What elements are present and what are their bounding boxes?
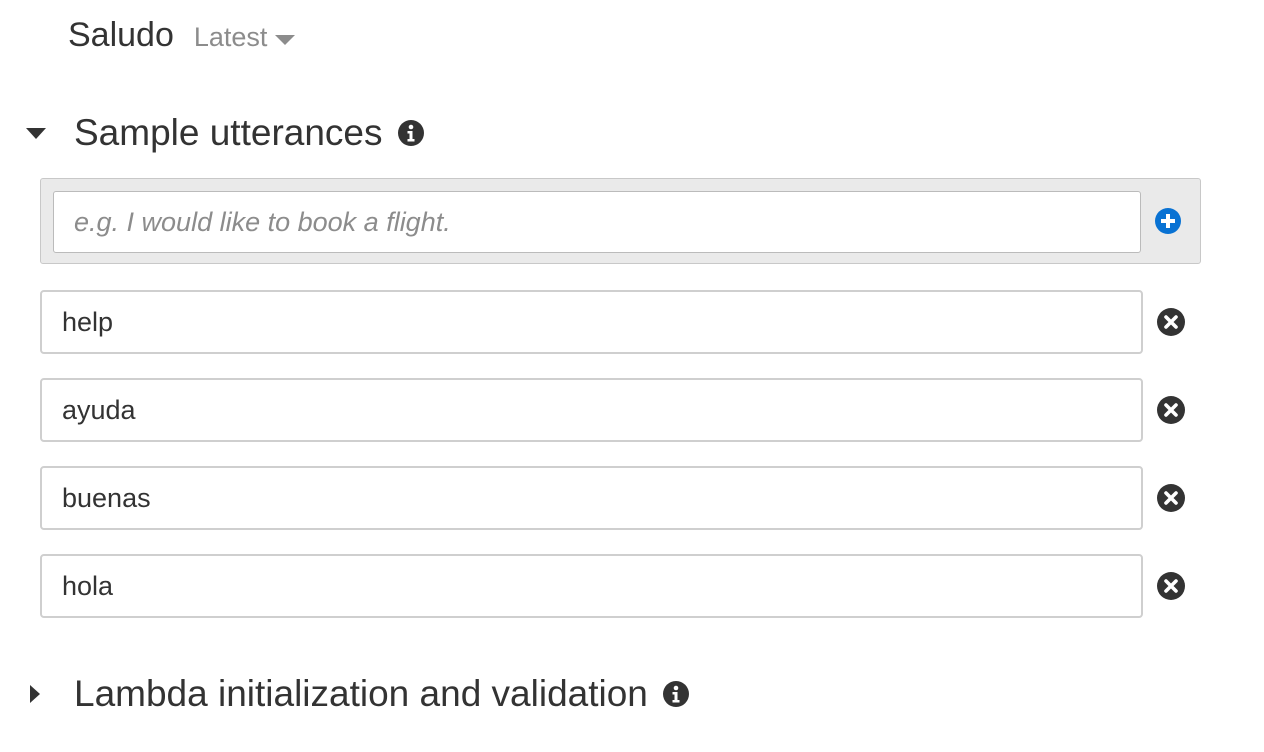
- expand-toggle[interactable]: [24, 685, 74, 703]
- utterance-row: hola: [40, 554, 1190, 618]
- utterance-field[interactable]: help: [40, 290, 1143, 354]
- utterance-row: help: [40, 290, 1190, 354]
- x-circle-icon[interactable]: [1156, 483, 1186, 518]
- lambda-section-header[interactable]: Lambda initialization and validation: [24, 673, 690, 715]
- expand-toggle[interactable]: [24, 127, 74, 139]
- x-circle-icon[interactable]: [1156, 307, 1186, 342]
- utterance-field[interactable]: ayuda: [40, 378, 1143, 442]
- section-title: Lambda initialization and validation: [74, 673, 648, 714]
- version-dropdown[interactable]: Latest: [194, 22, 296, 53]
- caret-down-icon: [26, 127, 46, 139]
- plus-circle-icon[interactable]: [1154, 207, 1182, 240]
- x-circle-icon[interactable]: [1156, 571, 1186, 606]
- new-utterance-input[interactable]: [53, 191, 1141, 253]
- caret-right-icon: [30, 685, 40, 703]
- sample-utterances-header[interactable]: Sample utterances: [24, 112, 425, 154]
- utterance-field[interactable]: buenas: [40, 466, 1143, 530]
- utterance-row: ayuda: [40, 378, 1190, 442]
- utterance-field[interactable]: hola: [40, 554, 1143, 618]
- intent-name: Saludo: [68, 16, 174, 54]
- info-icon[interactable]: [662, 680, 690, 708]
- new-utterance-panel: [40, 178, 1201, 264]
- info-icon[interactable]: [397, 119, 425, 147]
- intent-header: Saludo Latest: [68, 16, 296, 55]
- x-circle-icon[interactable]: [1156, 395, 1186, 430]
- version-label: Latest: [193, 22, 268, 52]
- utterance-row: buenas: [40, 466, 1190, 530]
- section-title: Sample utterances: [74, 112, 383, 153]
- intent-editor: Saludo Latest Sample utterances e.g. I w…: [0, 0, 1264, 752]
- chevron-down-icon: [275, 34, 296, 45]
